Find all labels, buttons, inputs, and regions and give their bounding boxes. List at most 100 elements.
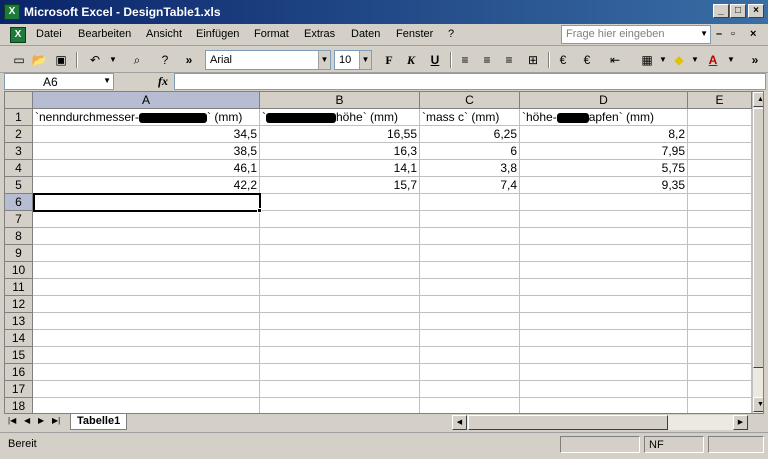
row-header-13[interactable]: 13 [5, 313, 33, 330]
grid-cell[interactable] [688, 398, 752, 413]
help-search-input[interactable]: Frage hier eingeben ▼ [561, 25, 711, 44]
grid-cell[interactable] [33, 262, 260, 279]
scroll-up-icon[interactable]: ▲ [753, 92, 763, 107]
grid-cell[interactable] [420, 228, 520, 245]
menu-fenster[interactable]: Fenster [396, 28, 433, 40]
close-button[interactable]: × [748, 4, 764, 18]
worksheet-grid[interactable]: A B C D E 1 2 3 4 5 6 7 8 9 10 11 12 13 … [4, 91, 764, 414]
grid-cell[interactable] [260, 194, 420, 211]
grid-cell[interactable] [33, 330, 260, 347]
grid-cell[interactable] [420, 296, 520, 313]
grid-cell[interactable] [33, 398, 260, 413]
vertical-scrollbar[interactable]: ▲ ▼ [752, 92, 763, 413]
grid-cell[interactable] [420, 245, 520, 262]
grid-cell[interactable] [33, 347, 260, 364]
vertical-scroll-thumb[interactable] [753, 108, 763, 368]
row-header-4[interactable]: 4 [5, 160, 33, 177]
cell-d3[interactable]: 7,95 [520, 143, 688, 160]
indent-icon[interactable]: ⇤ [606, 51, 624, 69]
grid-cell[interactable] [420, 381, 520, 398]
undo-icon[interactable]: ↶ [86, 51, 104, 69]
grid-cell[interactable] [420, 330, 520, 347]
row-header-10[interactable]: 10 [5, 262, 33, 279]
menu-extras[interactable]: Extras [304, 28, 335, 40]
row-header-1[interactable]: 1 [5, 109, 33, 126]
cell-b2[interactable]: 16,55 [260, 126, 420, 143]
align-center-icon[interactable]: ≡ [478, 51, 496, 69]
grid-cell[interactable] [33, 211, 260, 228]
grid-cell[interactable] [520, 296, 688, 313]
grid-cell[interactable] [520, 245, 688, 262]
mdi-restore-icon[interactable]: ▫ [731, 28, 735, 40]
fill-handle[interactable] [257, 208, 262, 213]
select-all-corner[interactable] [5, 92, 33, 109]
grid-cell[interactable] [688, 126, 752, 143]
open-folder-icon[interactable]: 📂 [30, 51, 48, 69]
grid-cell[interactable] [420, 262, 520, 279]
chevron-down-icon[interactable]: ▼ [700, 29, 708, 38]
function-icon[interactable]: fx [158, 74, 168, 89]
chevron-down-icon[interactable]: ▼ [722, 51, 740, 69]
row-header-6[interactable]: 6 [5, 194, 33, 211]
font-color-icon[interactable]: A [704, 51, 722, 69]
row-header-18[interactable]: 18 [5, 398, 33, 413]
row-header-7[interactable]: 7 [5, 211, 33, 228]
grid-cell[interactable] [688, 296, 752, 313]
grid-cell[interactable] [420, 347, 520, 364]
grid-cell[interactable] [420, 194, 520, 211]
toolbar-options-icon[interactable]: » [746, 51, 764, 69]
align-right-icon[interactable]: ≡ [500, 51, 518, 69]
row-header-15[interactable]: 15 [5, 347, 33, 364]
grid-cell[interactable] [260, 262, 420, 279]
grid-cell[interactable] [260, 245, 420, 262]
grid-cell[interactable] [688, 194, 752, 211]
cell-b1[interactable]: ` höhe` (mm) [260, 109, 420, 126]
minimize-button[interactable]: _ [713, 4, 729, 18]
row-header-16[interactable]: 16 [5, 364, 33, 381]
research-icon[interactable]: ⌕ [128, 51, 146, 69]
cell-c3[interactable]: 6 [420, 143, 520, 160]
cell-c2[interactable]: 6,25 [420, 126, 520, 143]
bold-icon[interactable]: F [380, 51, 398, 69]
grid-cell[interactable] [420, 364, 520, 381]
grid-cell[interactable] [260, 398, 420, 413]
grid-cell[interactable] [520, 347, 688, 364]
grid-cell[interactable] [33, 364, 260, 381]
cell-b4[interactable]: 14,1 [260, 160, 420, 177]
grid-cell[interactable] [33, 296, 260, 313]
grid-cell[interactable] [420, 398, 520, 413]
align-left-icon[interactable]: ≡ [456, 51, 474, 69]
chevron-down-icon[interactable]: ▼ [103, 76, 111, 85]
column-header-b[interactable]: B [260, 92, 420, 109]
horizontal-scroll-thumb[interactable] [468, 415, 668, 430]
row-header-9[interactable]: 9 [5, 245, 33, 262]
row-header-5[interactable]: 5 [5, 177, 33, 194]
grid-cell[interactable] [520, 211, 688, 228]
grid-cell[interactable] [260, 211, 420, 228]
grid-cell[interactable] [420, 313, 520, 330]
grid-cell[interactable] [520, 330, 688, 347]
row-header-12[interactable]: 12 [5, 296, 33, 313]
underline-icon[interactable]: U [426, 51, 444, 69]
row-header-3[interactable]: 3 [5, 143, 33, 160]
next-sheet-icon[interactable]: ▶ [38, 416, 44, 425]
euro-icon[interactable]: € [578, 51, 596, 69]
scroll-down-icon[interactable]: ▼ [753, 397, 763, 412]
grid-cell[interactable] [33, 245, 260, 262]
grid-cell[interactable] [260, 296, 420, 313]
cell-c4[interactable]: 3,8 [420, 160, 520, 177]
row-header-11[interactable]: 11 [5, 279, 33, 296]
font-size-select[interactable]: 10 ▼ [334, 50, 372, 70]
formula-input[interactable] [174, 73, 766, 90]
cell-a1[interactable]: `nenndurchmesser- ` (mm) [33, 109, 260, 126]
chevron-down-icon[interactable]: ▼ [359, 51, 371, 69]
grid-cell[interactable] [688, 211, 752, 228]
active-cell-a6[interactable] [33, 193, 261, 212]
row-header-2[interactable]: 2 [5, 126, 33, 143]
grid-cell[interactable] [420, 211, 520, 228]
name-box[interactable]: A6 ▼ [4, 73, 114, 90]
menu-einfuegen[interactable]: Einfügen [196, 28, 239, 40]
grid-cell[interactable] [688, 262, 752, 279]
grid-cell[interactable] [688, 381, 752, 398]
scroll-left-icon[interactable]: ◀ [452, 415, 467, 430]
